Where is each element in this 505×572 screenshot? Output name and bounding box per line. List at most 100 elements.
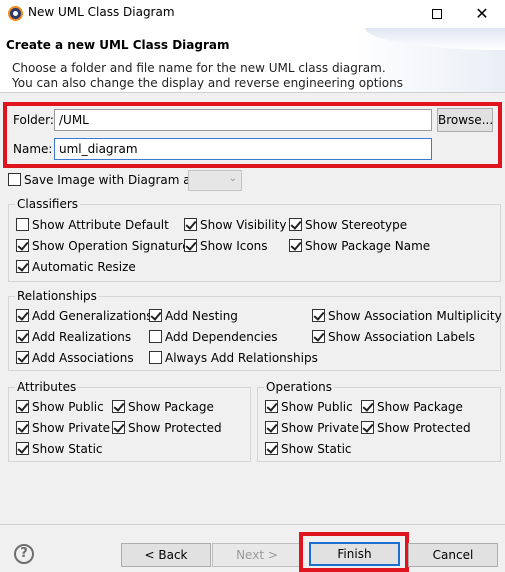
checkbox-label: Show Stereotype xyxy=(305,218,408,232)
relationships-show-association-multiplicity-checkbox[interactable]: Show Association Multiplicity xyxy=(312,309,502,325)
classifiers-show-icons-checkbox[interactable]: Show Icons xyxy=(184,239,268,255)
checkbox-label: Show Attribute Default xyxy=(32,218,169,232)
checkbox-box xyxy=(149,351,162,364)
banner-decoration xyxy=(365,28,505,50)
checkbox-box xyxy=(16,400,29,413)
checkbox-label: Show Protected xyxy=(128,421,222,435)
cancel-button[interactable]: Cancel xyxy=(408,543,498,567)
next-button[interactable]: Next > xyxy=(212,543,302,567)
operations-show-private-checkbox[interactable]: Show Private xyxy=(265,421,359,437)
checkbox-box xyxy=(361,421,374,434)
checkbox-label: Show Static xyxy=(281,442,352,456)
checkbox-box xyxy=(112,421,125,434)
page-description: Choose a folder and file name for the ne… xyxy=(12,61,403,91)
maximize-button[interactable] xyxy=(414,0,460,28)
image-format-combo[interactable]: ⌄ xyxy=(188,170,242,191)
checkbox-box xyxy=(184,239,197,252)
checkbox-box xyxy=(312,330,325,343)
checkbox-box xyxy=(112,400,125,413)
checkbox-box xyxy=(149,330,162,343)
checkbox-label: Show Public xyxy=(32,400,104,414)
checkbox-box xyxy=(289,218,302,231)
relationships-add-associations-checkbox[interactable]: Add Associations xyxy=(16,351,134,367)
close-button[interactable]: ✕ xyxy=(459,0,505,28)
checkbox-label: Show Private xyxy=(281,421,360,435)
checkbox-label: Show Visibility xyxy=(200,218,287,232)
description-line-1: Choose a folder and file name for the ne… xyxy=(12,61,386,75)
operations-show-public-checkbox[interactable]: Show Public xyxy=(265,400,353,416)
relationships-show-association-labels-checkbox[interactable]: Show Association Labels xyxy=(312,330,475,346)
name-label: Name: xyxy=(13,142,53,156)
checkbox-box xyxy=(8,173,21,186)
wizard-banner: Create a new UML Class Diagram Choose a … xyxy=(0,28,505,93)
checkbox-label: Show Package Name xyxy=(305,239,431,253)
checkbox-label: Add Nesting xyxy=(165,309,238,323)
checkbox-label: Add Realizations xyxy=(32,330,132,344)
save-image-checkbox[interactable]: Save Image with Diagram as xyxy=(8,173,197,189)
checkbox-label: Show Icons xyxy=(200,239,268,253)
operations-show-package-checkbox[interactable]: Show Package xyxy=(361,400,463,416)
relationships-add-nesting-checkbox[interactable]: Add Nesting xyxy=(149,309,238,325)
attributes-show-private-checkbox[interactable]: Show Private xyxy=(16,421,110,437)
checkbox-label: Add Associations xyxy=(32,351,134,365)
relationships-add-realizations-checkbox[interactable]: Add Realizations xyxy=(16,330,131,346)
checkbox-box xyxy=(184,218,197,231)
classifiers-show-operation-signature-checkbox[interactable]: Show Operation Signature xyxy=(16,239,190,255)
finish-button[interactable]: Finish xyxy=(309,542,400,566)
help-icon[interactable]: ? xyxy=(14,544,34,564)
checkbox-box xyxy=(16,218,29,231)
attributes-title: Attributes xyxy=(15,380,79,394)
attributes-show-public-checkbox[interactable]: Show Public xyxy=(16,400,104,416)
eclipse-app-icon xyxy=(8,6,23,21)
operations-title: Operations xyxy=(264,380,334,394)
maximize-icon xyxy=(432,8,442,19)
operations-show-protected-checkbox[interactable]: Show Protected xyxy=(361,421,471,437)
checkbox-box xyxy=(149,309,162,322)
checkbox-label: Show Public xyxy=(281,400,353,414)
classifiers-show-package-name-checkbox[interactable]: Show Package Name xyxy=(289,239,430,255)
classifiers-show-visibility-checkbox[interactable]: Show Visibility xyxy=(184,218,286,234)
attributes-show-protected-checkbox[interactable]: Show Protected xyxy=(112,421,222,437)
checkbox-label: Automatic Resize xyxy=(32,260,136,274)
checkbox-box xyxy=(361,400,374,413)
checkbox-label: Add Dependencies xyxy=(165,330,278,344)
folder-input[interactable]: /UML xyxy=(54,109,432,131)
save-image-label: Save Image with Diagram as xyxy=(24,173,197,187)
checkbox-box xyxy=(312,309,325,322)
relationships-always-add-relationships-checkbox[interactable]: Always Add Relationships xyxy=(149,351,318,367)
footer-separator xyxy=(0,524,505,525)
relationships-add-generalizations-checkbox[interactable]: Add Generalizations xyxy=(16,309,153,325)
checkbox-box xyxy=(16,351,29,364)
description-line-2: You can also change the display and reve… xyxy=(12,76,403,90)
checkbox-box xyxy=(16,239,29,252)
checkbox-label: Show Package xyxy=(128,400,214,414)
checkbox-box xyxy=(16,260,29,273)
checkbox-box xyxy=(16,330,29,343)
checkbox-label: Always Add Relationships xyxy=(165,351,318,365)
attributes-show-static-checkbox[interactable]: Show Static xyxy=(16,442,103,458)
checkbox-label: Show Package xyxy=(377,400,463,414)
browse-button[interactable]: Browse... xyxy=(437,108,493,132)
attributes-show-package-checkbox[interactable]: Show Package xyxy=(112,400,214,416)
back-button[interactable]: < Back xyxy=(121,543,211,567)
checkbox-box xyxy=(265,421,278,434)
checkbox-box xyxy=(16,309,29,322)
checkbox-label: Show Private xyxy=(32,421,111,435)
checkbox-label: Show Protected xyxy=(377,421,471,435)
operations-show-static-checkbox[interactable]: Show Static xyxy=(265,442,352,458)
checkbox-box xyxy=(16,421,29,434)
checkbox-label: Show Operation Signature xyxy=(32,239,190,253)
page-title: Create a new UML Class Diagram xyxy=(6,38,230,52)
name-input[interactable]: uml_diagram xyxy=(54,138,432,160)
checkbox-label: Show Static xyxy=(32,442,103,456)
classifiers-show-attribute-default-checkbox[interactable]: Show Attribute Default xyxy=(16,218,169,234)
relationships-title: Relationships xyxy=(15,289,99,303)
relationships-add-dependencies-checkbox[interactable]: Add Dependencies xyxy=(149,330,277,346)
classifiers-show-stereotype-checkbox[interactable]: Show Stereotype xyxy=(289,218,407,234)
checkbox-label: Show Association Labels xyxy=(328,330,475,344)
checkbox-box xyxy=(289,239,302,252)
checkbox-label: Add Generalizations xyxy=(32,309,153,323)
checkbox-box xyxy=(265,442,278,455)
folder-label: Folder: xyxy=(13,113,54,127)
classifiers-automatic-resize-checkbox[interactable]: Automatic Resize xyxy=(16,260,136,276)
